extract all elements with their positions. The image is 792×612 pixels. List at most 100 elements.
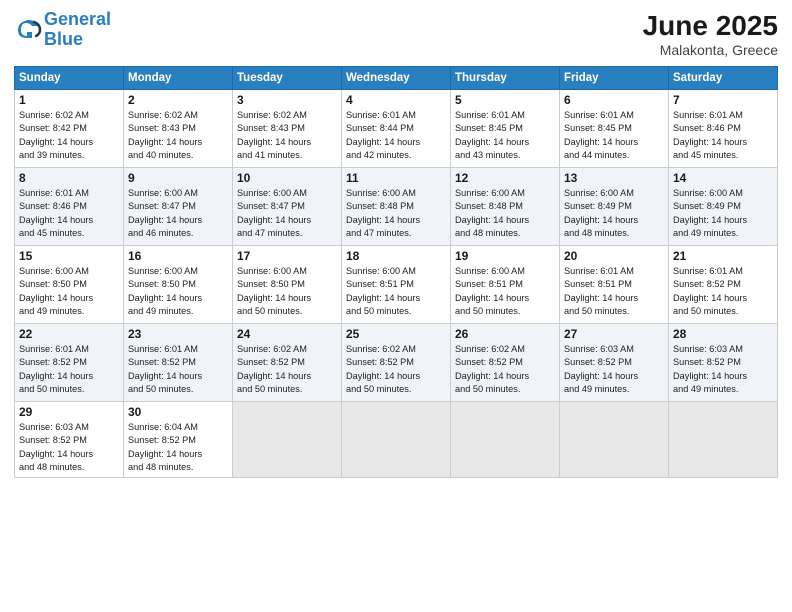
- day-header-friday: Friday: [560, 67, 669, 90]
- day-header-sunday: Sunday: [15, 67, 124, 90]
- day-info: Sunrise: 6:01 AM Sunset: 8:52 PM Dayligh…: [673, 265, 773, 318]
- calendar-cell: 2 Sunrise: 6:02 AM Sunset: 8:43 PM Daylig…: [124, 90, 233, 168]
- day-info: Sunrise: 6:00 AM Sunset: 8:48 PM Dayligh…: [455, 187, 555, 240]
- day-info: Sunrise: 6:00 AM Sunset: 8:47 PM Dayligh…: [128, 187, 228, 240]
- day-info: Sunrise: 6:02 AM Sunset: 8:52 PM Dayligh…: [237, 343, 337, 396]
- day-number: 28: [673, 327, 773, 341]
- day-number: 5: [455, 93, 555, 107]
- calendar-cell: 15Sunrise: 6:00 AM Sunset: 8:50 PM Dayli…: [15, 246, 124, 324]
- calendar-title: June 2025: [643, 10, 778, 42]
- day-number: 22: [19, 327, 119, 341]
- day-info: Sunrise: 6:02 AM Sunset: 8:42 PM Dayligh…: [19, 109, 119, 162]
- day-number: 16: [128, 249, 228, 263]
- day-info: Sunrise: 6:01 AM Sunset: 8:52 PM Dayligh…: [128, 343, 228, 396]
- header-row: SundayMondayTuesdayWednesdayThursdayFrid…: [15, 67, 778, 90]
- day-info: Sunrise: 6:01 AM Sunset: 8:51 PM Dayligh…: [564, 265, 664, 318]
- day-info: Sunrise: 6:01 AM Sunset: 8:45 PM Dayligh…: [455, 109, 555, 162]
- day-number: 21: [673, 249, 773, 263]
- day-number: 4: [346, 93, 446, 107]
- calendar-subtitle: Malakonta, Greece: [643, 42, 778, 58]
- day-number: 12: [455, 171, 555, 185]
- day-info: Sunrise: 6:01 AM Sunset: 8:46 PM Dayligh…: [673, 109, 773, 162]
- calendar-cell: 23Sunrise: 6:01 AM Sunset: 8:52 PM Dayli…: [124, 324, 233, 402]
- day-info: Sunrise: 6:02 AM Sunset: 8:43 PM Dayligh…: [128, 109, 228, 162]
- day-info: Sunrise: 6:03 AM Sunset: 8:52 PM Dayligh…: [564, 343, 664, 396]
- logo: General Blue: [14, 10, 111, 50]
- day-header-tuesday: Tuesday: [233, 67, 342, 90]
- day-header-thursday: Thursday: [451, 67, 560, 90]
- calendar-cell: 27 Sunrise: 6:03 AM Sunset: 8:52 PM Dayli…: [560, 324, 669, 402]
- calendar-cell: 26 Sunrise: 6:02 AM Sunset: 8:52 PM Dayli…: [451, 324, 560, 402]
- day-number: 25: [346, 327, 446, 341]
- day-number: 9: [128, 171, 228, 185]
- calendar-cell: 28 Sunrise: 6:03 AM Sunset: 8:52 PM Dayli…: [669, 324, 778, 402]
- calendar-cell: 10 Sunrise: 6:00 AM Sunset: 8:47 PM Dayli…: [233, 168, 342, 246]
- calendar-cell: [342, 402, 451, 478]
- calendar-cell: 18 Sunrise: 6:00 AM Sunset: 8:51 PM Dayli…: [342, 246, 451, 324]
- day-info: Sunrise: 6:02 AM Sunset: 8:52 PM Dayligh…: [455, 343, 555, 396]
- day-info: Sunrise: 6:04 AM Sunset: 8:52 PM Dayligh…: [128, 421, 228, 474]
- calendar-cell: 25 Sunrise: 6:02 AM Sunset: 8:52 PM Dayli…: [342, 324, 451, 402]
- calendar-cell: [560, 402, 669, 478]
- calendar-cell: 19Sunrise: 6:00 AM Sunset: 8:51 PM Dayli…: [451, 246, 560, 324]
- day-info: Sunrise: 6:00 AM Sunset: 8:50 PM Dayligh…: [128, 265, 228, 318]
- calendar-cell: 24Sunrise: 6:02 AM Sunset: 8:52 PM Dayli…: [233, 324, 342, 402]
- calendar-cell: 7 Sunrise: 6:01 AM Sunset: 8:46 PM Daylig…: [669, 90, 778, 168]
- calendar-cell: 16 Sunrise: 6:00 AM Sunset: 8:50 PM Dayli…: [124, 246, 233, 324]
- day-number: 6: [564, 93, 664, 107]
- logo-icon: [14, 16, 42, 44]
- calendar-cell: 11Sunrise: 6:00 AM Sunset: 8:48 PM Dayli…: [342, 168, 451, 246]
- calendar-cell: 22 Sunrise: 6:01 AM Sunset: 8:52 PM Dayli…: [15, 324, 124, 402]
- day-number: 15: [19, 249, 119, 263]
- day-info: Sunrise: 6:02 AM Sunset: 8:52 PM Dayligh…: [346, 343, 446, 396]
- day-number: 1: [19, 93, 119, 107]
- day-header-saturday: Saturday: [669, 67, 778, 90]
- day-info: Sunrise: 6:00 AM Sunset: 8:51 PM Dayligh…: [346, 265, 446, 318]
- title-block: June 2025 Malakonta, Greece: [643, 10, 778, 58]
- day-info: Sunrise: 6:01 AM Sunset: 8:44 PM Dayligh…: [346, 109, 446, 162]
- calendar-cell: 20 Sunrise: 6:01 AM Sunset: 8:51 PM Dayli…: [560, 246, 669, 324]
- calendar-cell: 5 Sunrise: 6:01 AM Sunset: 8:45 PM Daylig…: [451, 90, 560, 168]
- day-info: Sunrise: 6:01 AM Sunset: 8:46 PM Dayligh…: [19, 187, 119, 240]
- calendar-cell: 13Sunrise: 6:00 AM Sunset: 8:49 PM Dayli…: [560, 168, 669, 246]
- calendar-cell: [669, 402, 778, 478]
- day-number: 2: [128, 93, 228, 107]
- day-info: Sunrise: 6:00 AM Sunset: 8:50 PM Dayligh…: [237, 265, 337, 318]
- week-row-3: 15 Sunrise: 6:00 AM Sunset: 8:50 PM Dayli…: [15, 246, 778, 324]
- week-row-4: 22 Sunrise: 6:01 AM Sunset: 8:52 PM Dayli…: [15, 324, 778, 402]
- day-number: 20: [564, 249, 664, 263]
- calendar-cell: [233, 402, 342, 478]
- day-info: Sunrise: 6:03 AM Sunset: 8:52 PM Dayligh…: [673, 343, 773, 396]
- day-number: 13: [564, 171, 664, 185]
- day-number: 7: [673, 93, 773, 107]
- calendar-cell: 1 Sunrise: 6:02 AM Sunset: 8:42 PM Daylig…: [15, 90, 124, 168]
- day-info: Sunrise: 6:02 AM Sunset: 8:43 PM Dayligh…: [237, 109, 337, 162]
- logo-line1: General: [44, 9, 111, 29]
- calendar-cell: 17 Sunrise: 6:00 AM Sunset: 8:50 PM Dayli…: [233, 246, 342, 324]
- day-number: 26: [455, 327, 555, 341]
- day-info: Sunrise: 6:01 AM Sunset: 8:52 PM Dayligh…: [19, 343, 119, 396]
- day-number: 29: [19, 405, 119, 419]
- calendar-cell: 12 Sunrise: 6:00 AM Sunset: 8:48 PM Dayli…: [451, 168, 560, 246]
- logo-text: General Blue: [44, 10, 111, 50]
- day-number: 18: [346, 249, 446, 263]
- day-number: 10: [237, 171, 337, 185]
- calendar-cell: 3 Sunrise: 6:02 AM Sunset: 8:43 PM Daylig…: [233, 90, 342, 168]
- calendar-cell: 4 Sunrise: 6:01 AM Sunset: 8:44 PM Daylig…: [342, 90, 451, 168]
- day-number: 27: [564, 327, 664, 341]
- day-header-wednesday: Wednesday: [342, 67, 451, 90]
- week-row-2: 8Sunrise: 6:01 AM Sunset: 8:46 PM Daylig…: [15, 168, 778, 246]
- logo-line2: Blue: [44, 29, 83, 49]
- day-info: Sunrise: 6:00 AM Sunset: 8:47 PM Dayligh…: [237, 187, 337, 240]
- week-row-5: 29 Sunrise: 6:03 AM Sunset: 8:52 PM Dayli…: [15, 402, 778, 478]
- calendar-table: SundayMondayTuesdayWednesdayThursdayFrid…: [14, 66, 778, 478]
- day-info: Sunrise: 6:00 AM Sunset: 8:48 PM Dayligh…: [346, 187, 446, 240]
- calendar-cell: 8Sunrise: 6:01 AM Sunset: 8:46 PM Daylig…: [15, 168, 124, 246]
- day-info: Sunrise: 6:03 AM Sunset: 8:52 PM Dayligh…: [19, 421, 119, 474]
- calendar-cell: 29 Sunrise: 6:03 AM Sunset: 8:52 PM Dayli…: [15, 402, 124, 478]
- day-number: 17: [237, 249, 337, 263]
- day-number: 3: [237, 93, 337, 107]
- calendar-cell: 21 Sunrise: 6:01 AM Sunset: 8:52 PM Dayli…: [669, 246, 778, 324]
- day-number: 30: [128, 405, 228, 419]
- page: General Blue June 2025 Malakonta, Greece…: [0, 0, 792, 612]
